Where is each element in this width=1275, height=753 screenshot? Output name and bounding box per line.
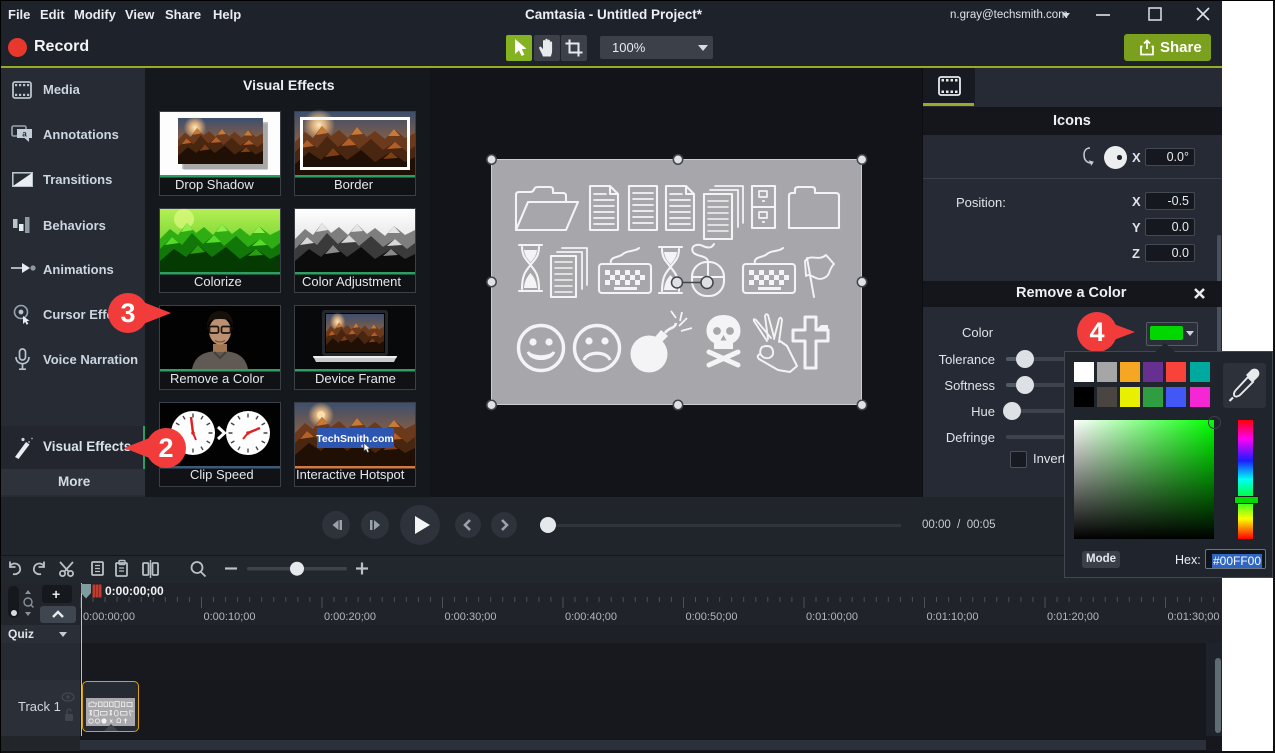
- svg-text:0:01:20;00: 0:01:20;00: [1047, 611, 1099, 623]
- svg-text:TechSmith.com: TechSmith.com: [316, 433, 393, 445]
- svg-text:0:01:00;00: 0:01:00;00: [806, 611, 858, 623]
- svg-text:0:00:30;00: 0:00:30;00: [445, 611, 497, 623]
- svg-text:0:00:50;00: 0:00:50;00: [686, 611, 738, 623]
- svg-text:0:00:00;00: 0:00:00;00: [83, 611, 135, 623]
- svg-text:0:01:10;00: 0:01:10;00: [927, 611, 979, 623]
- svg-text:0:00:20;00: 0:00:20;00: [324, 611, 376, 623]
- svg-text:0:00:40;00: 0:00:40;00: [565, 611, 617, 623]
- svg-text:0:01:30;00: 0:01:30;00: [1168, 611, 1220, 623]
- svg-text:a: a: [22, 130, 27, 139]
- svg-text:0:00:10;00: 0:00:10;00: [204, 611, 256, 623]
